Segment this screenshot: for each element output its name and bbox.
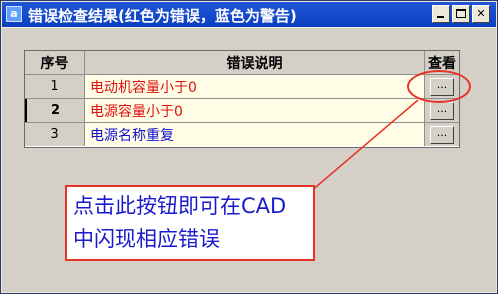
error-table: 序号 错误说明 查看 1 电动机容量小于0 ... 2 电源容量小于0 ... … [24, 50, 460, 148]
minimize-icon [437, 16, 444, 18]
row-number: 1 [25, 75, 85, 98]
close-button[interactable]: ✕ [472, 5, 490, 23]
table-row[interactable]: 1 电动机容量小于0 ... [25, 75, 459, 99]
column-header-number: 序号 [25, 51, 85, 74]
close-icon: ✕ [476, 7, 486, 20]
view-in-cad-button[interactable]: ... [430, 101, 454, 120]
window-title: 错误检查结果(红色为错误，蓝色为警告) [28, 7, 297, 25]
maximize-icon [456, 9, 466, 18]
minimize-button[interactable] [432, 5, 450, 23]
row-number: 2 [25, 99, 85, 122]
table-header: 序号 错误说明 查看 [25, 51, 459, 75]
callout-line-1: 点击此按钮即可在CAD [73, 194, 287, 218]
view-cell: ... [425, 123, 459, 146]
table-row[interactable]: 3 电源名称重复 ... [25, 123, 459, 147]
column-header-description: 错误说明 [85, 51, 425, 74]
callout-line-2: 中闪现相应错误 [73, 227, 220, 251]
annotation-callout: 点击此按钮即可在CAD 中闪现相应错误 [65, 185, 315, 261]
highlight-ellipse [407, 70, 471, 103]
app-icon: a [6, 6, 22, 22]
row-description: 电源容量小于0 [85, 99, 425, 122]
row-number: 3 [25, 123, 85, 146]
table-row[interactable]: 2 电源容量小于0 ... [25, 99, 459, 123]
view-in-cad-button[interactable]: ... [430, 125, 454, 144]
title-bar[interactable]: a 错误检查结果(红色为错误，蓝色为警告) ✕ [2, 2, 496, 27]
row-description: 电动机容量小于0 [85, 75, 425, 98]
row-description: 电源名称重复 [85, 123, 425, 146]
maximize-button[interactable] [452, 5, 470, 23]
